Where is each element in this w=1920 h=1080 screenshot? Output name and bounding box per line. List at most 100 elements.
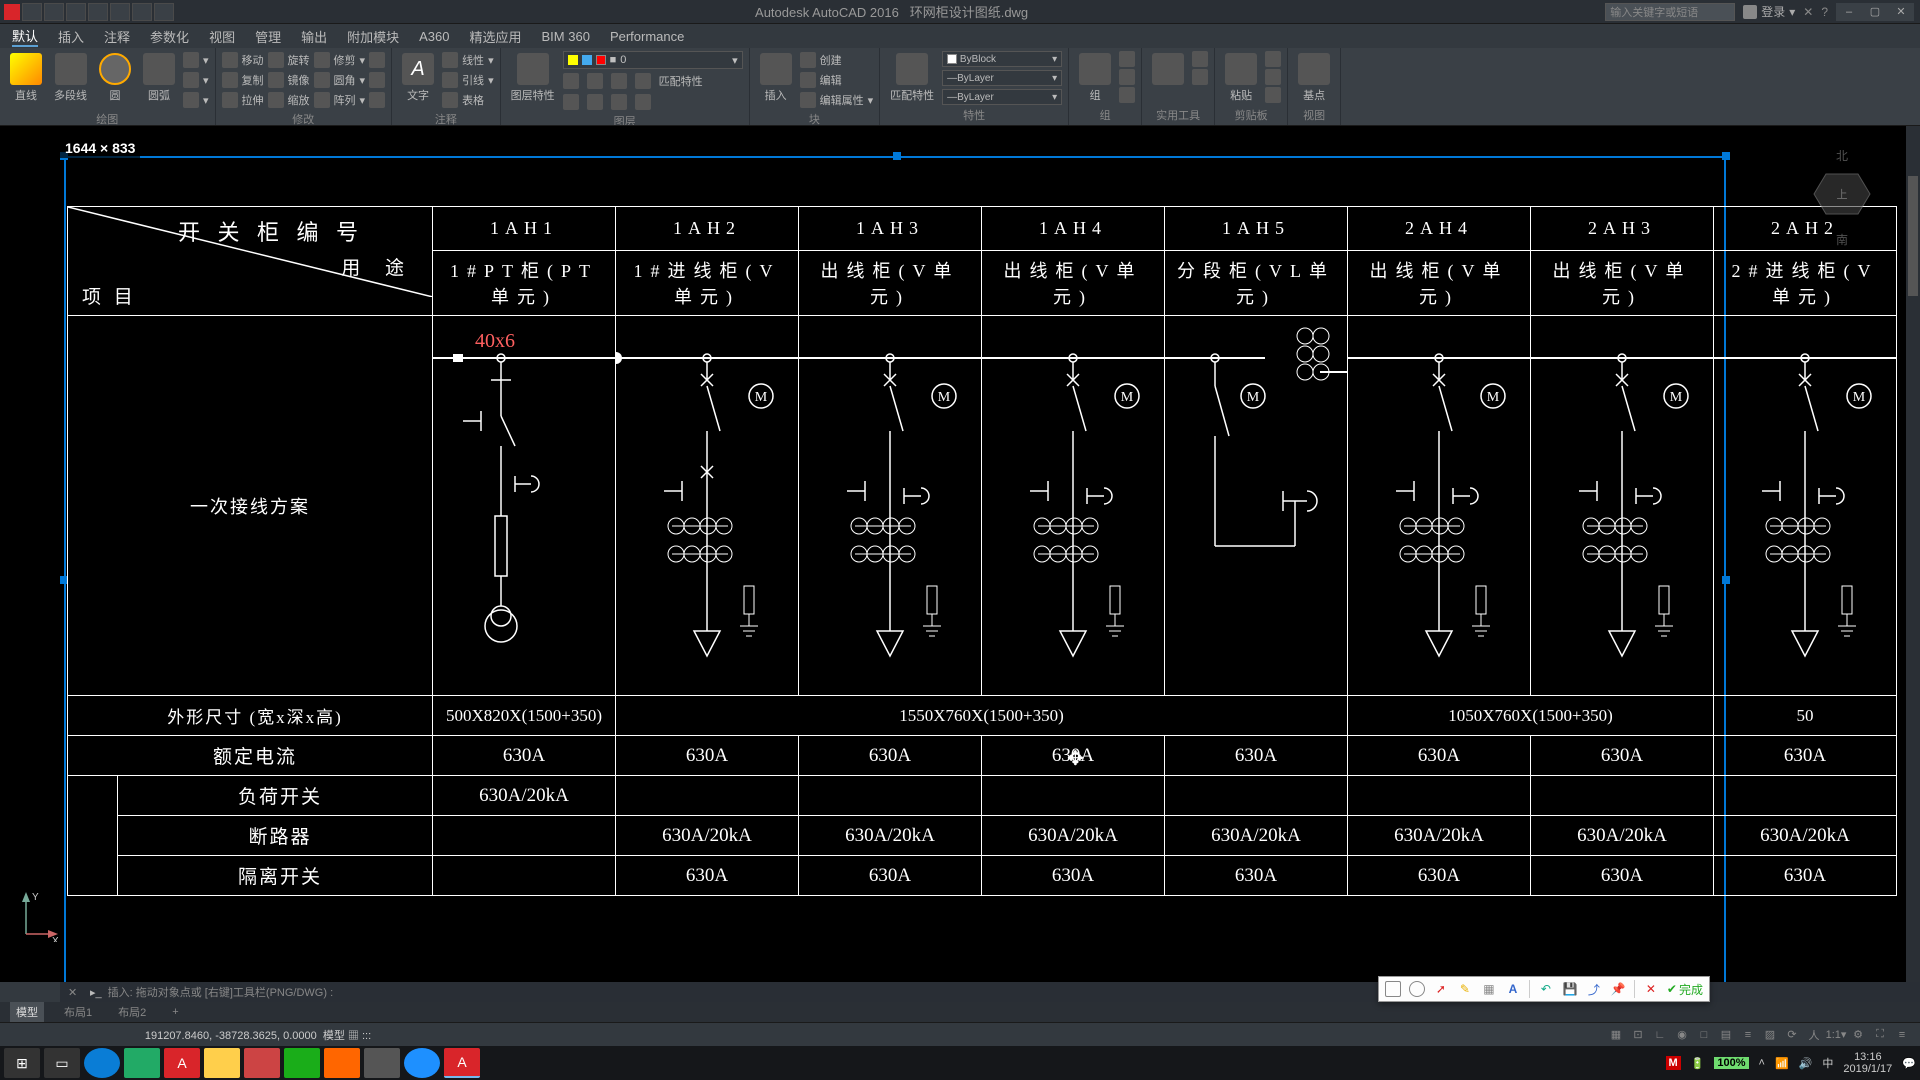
layer-tool-4-icon[interactable] [635,73,651,89]
vertical-scrollbar[interactable] [1906,126,1920,982]
taskbar-explorer[interactable] [204,1048,240,1078]
color-dropdown[interactable]: ByBlock▾ [942,51,1062,67]
status-cycling-icon[interactable]: ⟳ [1782,1026,1802,1044]
cmd-base[interactable]: 基点 [1294,51,1334,105]
status-polar-icon[interactable]: ◉ [1672,1026,1692,1044]
cmd-create-block[interactable]: 创建 [800,51,874,69]
status-gear-icon[interactable]: ⚙ [1848,1026,1868,1044]
taskbar-app-8[interactable] [364,1048,400,1078]
draw-misc-3[interactable]: ▾ [183,91,209,109]
tray-chevron-icon[interactable]: ˄ [1759,1057,1765,1069]
tray-clock[interactable]: 13:162019/1/17 [1843,1051,1892,1075]
tray-network-icon[interactable]: 📶 [1775,1057,1789,1070]
snip-arrow-icon[interactable]: ➚ [1433,981,1449,997]
taskbar-app-3[interactable]: A [164,1048,200,1078]
draw-misc-1[interactable]: ▾ [183,51,209,69]
cmd-measure[interactable] [1148,51,1188,87]
cmd-edit-attr[interactable]: 编辑属性 ▾ [800,91,874,109]
clip-1[interactable] [1265,51,1281,67]
close-button[interactable]: ✕ [1888,3,1914,21]
taskbar-app-9[interactable] [404,1048,440,1078]
cmd-fillet[interactable]: 圆角 ▾ [314,71,366,89]
qat-new-icon[interactable] [22,3,42,21]
cmd-insert-block[interactable]: 插入 [756,51,796,105]
qat-save-icon[interactable] [66,3,86,21]
layer-tool-2-icon[interactable] [587,73,603,89]
tab-output[interactable]: 输出 [301,27,327,46]
tab-performance[interactable]: Performance [610,29,684,44]
cmd-scale[interactable]: 缩放 [268,91,310,109]
tray-zoom[interactable]: 100% [1714,1057,1748,1069]
clip-3[interactable] [1265,87,1281,103]
layer-current-dropdown[interactable]: ■ 0▾ [563,51,743,69]
snip-brush-icon[interactable]: ✎ [1457,981,1473,997]
tray-mcafee-icon[interactable]: M [1666,1056,1681,1070]
cmd-leader[interactable]: 引线 ▾ [442,71,494,89]
group-misc-2[interactable] [1119,69,1135,85]
layout-tab-add[interactable]: + [166,1004,184,1020]
drawing-canvas[interactable]: 项 目 用 途 开 关 柜 编 号 1AH1 1AH2 1AH3 1AH4 1A… [0,126,1920,982]
cmd-copy[interactable]: 复制 [222,71,264,89]
cmd-paste[interactable]: 粘贴 [1221,51,1261,105]
signin-button[interactable]: 登录 ▾ [1743,3,1795,20]
util-1[interactable] [1192,51,1208,67]
snip-rect-icon[interactable] [1385,981,1401,997]
status-scale-icon[interactable]: 1:1▾ [1826,1026,1846,1044]
snip-mosaic-icon[interactable]: ▦ [1481,981,1497,997]
taskbar-app-7[interactable] [324,1048,360,1078]
group-misc-3[interactable] [1119,87,1135,103]
tab-manage[interactable]: 管理 [255,27,281,46]
tab-featured[interactable]: 精选应用 [470,27,522,46]
tab-a360[interactable]: A360 [419,29,449,44]
cmd-stretch[interactable]: 拉伸 [222,91,264,109]
start-button[interactable]: ⊞ [4,1048,40,1078]
qat-open-icon[interactable] [44,3,64,21]
taskbar-autocad[interactable]: A [444,1048,480,1078]
snip-text-icon[interactable]: A [1505,981,1521,997]
qat-dropdown-icon[interactable] [154,3,174,21]
taskbar-app-5[interactable] [244,1048,280,1078]
cmd-match-props[interactable]: 匹配特性 [886,51,938,105]
layer-tool-7-icon[interactable] [611,94,627,110]
qat-undo-icon[interactable] [88,3,108,21]
qat-redo-icon[interactable] [110,3,130,21]
layer-tool-8-icon[interactable] [635,94,651,110]
status-osnap-icon[interactable]: □ [1694,1026,1714,1044]
cmd-circle[interactable]: 圆 [95,51,135,105]
cmd-line[interactable]: 直线 [6,51,46,105]
tab-default[interactable]: 默认 [12,26,38,47]
snip-share-icon[interactable]: ⤴ [1586,981,1602,997]
snip-save-icon[interactable]: 💾 [1562,981,1578,997]
tab-parametric[interactable]: 参数化 [150,27,189,46]
modify-misc-3[interactable] [369,91,385,109]
layer-tool-1-icon[interactable] [563,73,579,89]
draw-misc-2[interactable]: ▾ [183,71,209,89]
cmd-linear[interactable]: 线性 ▾ [442,51,494,69]
cmd-rotate[interactable]: 旋转 [268,51,310,69]
cmd-polyline[interactable]: 多段线 [50,51,91,105]
taskview-icon[interactable]: ▭ [44,1048,80,1078]
cmd-edit-block[interactable]: 编辑 [800,71,874,89]
clip-2[interactable] [1265,69,1281,85]
modify-misc-2[interactable] [369,71,385,89]
status-ortho-icon[interactable]: ∟ [1650,1026,1670,1044]
lineweight-dropdown[interactable]: — ByLayer▾ [942,70,1062,86]
cmd-mirror[interactable]: 镜像 [268,71,310,89]
tab-annotate[interactable]: 注释 [104,27,130,46]
cmd-arc[interactable]: 圆弧 [139,51,179,105]
layout-tab-1[interactable]: 布局1 [58,1002,98,1022]
snip-undo-icon[interactable]: ↶ [1538,981,1554,997]
status-oscale-icon[interactable]: ▤ [1716,1026,1736,1044]
layer-tool-3-icon[interactable] [611,73,627,89]
tray-battery-icon[interactable]: 🔋 [1691,1057,1705,1070]
exchange-icon[interactable]: ✕ [1803,5,1813,19]
util-2[interactable] [1192,69,1208,85]
scroll-thumb[interactable] [1908,176,1918,296]
layer-tool-5-icon[interactable] [563,94,579,110]
tray-volume-icon[interactable]: 🔊 [1799,1057,1813,1070]
taskbar-wechat[interactable] [284,1048,320,1078]
tab-insert[interactable]: 插入 [58,27,84,46]
cmd-move[interactable]: 移动 [222,51,264,69]
modify-misc-1[interactable] [369,51,385,69]
maximize-button[interactable]: ▢ [1862,3,1888,21]
